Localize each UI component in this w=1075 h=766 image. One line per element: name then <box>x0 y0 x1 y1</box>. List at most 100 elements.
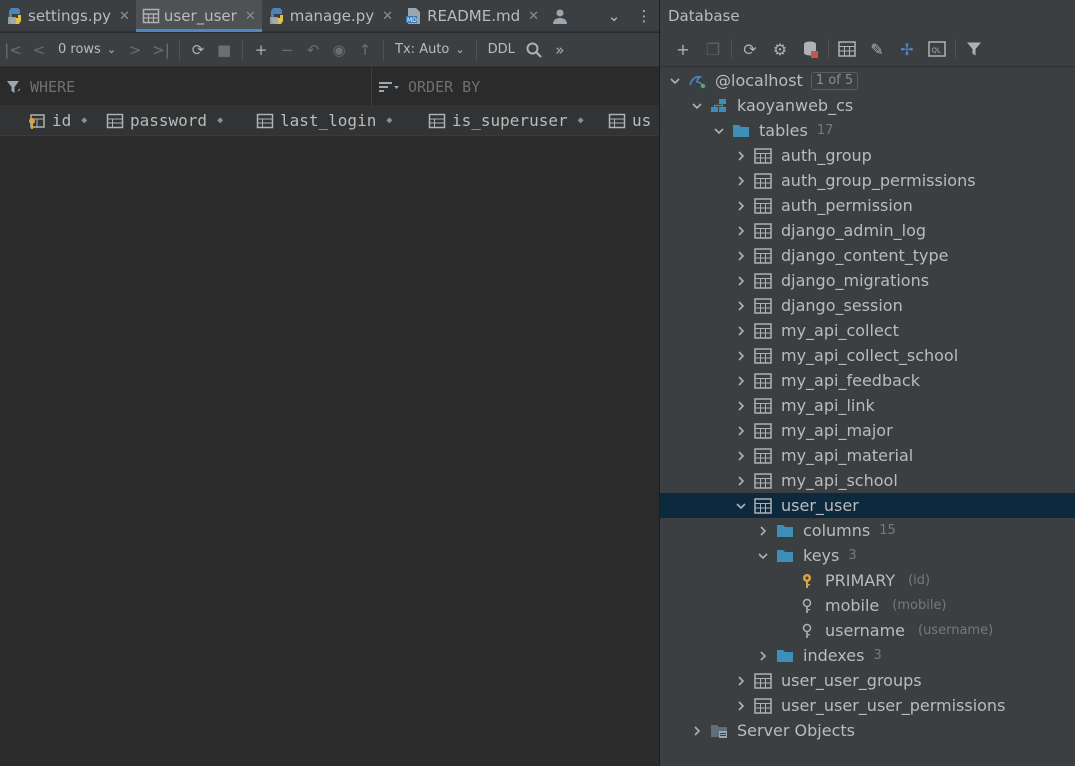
tree-node-table[interactable]: django_admin_log <box>660 218 1075 243</box>
tree-node-table[interactable]: django_content_type <box>660 243 1075 268</box>
host-count-badge[interactable]: 1 of 5 <box>810 71 859 90</box>
sort-toggle-icon[interactable]: ◆ <box>578 115 584 126</box>
close-icon[interactable]: ✕ <box>382 9 393 24</box>
jump-to-source-icon[interactable]: ✢ <box>892 35 922 63</box>
revert-icon[interactable]: ↶ <box>300 37 326 63</box>
tree-node-indexes-folder[interactable]: indexes 3 <box>660 643 1075 668</box>
chevron-right-icon[interactable] <box>734 374 748 388</box>
add-row-icon[interactable]: + <box>248 37 274 63</box>
chevron-right-icon[interactable] <box>734 424 748 438</box>
chevron-right-icon[interactable] <box>734 474 748 488</box>
preview-changes-icon[interactable]: ◉ <box>326 37 352 63</box>
filter-icon[interactable] <box>959 35 989 63</box>
tree-node-table[interactable]: user_user_user_permissions <box>660 693 1075 718</box>
tree-node-table[interactable]: my_api_material <box>660 443 1075 468</box>
column-header-last-login[interactable]: last_login ◆ <box>250 106 422 135</box>
next-page-icon[interactable]: > <box>122 37 148 63</box>
schema-settings-icon[interactable]: ⚙ <box>765 35 795 63</box>
overflow-icon[interactable]: » <box>547 37 573 63</box>
add-icon[interactable]: + <box>668 35 698 63</box>
tree-node-table[interactable]: auth_permission <box>660 193 1075 218</box>
chevron-down-icon[interactable] <box>712 124 726 138</box>
tree-node-table[interactable]: django_migrations <box>660 268 1075 293</box>
close-icon[interactable]: ✕ <box>528 9 539 24</box>
tree-node-schema[interactable]: kaoyanweb_cs <box>660 93 1075 118</box>
column-header-is-superuser[interactable]: is_superuser ◆ <box>422 106 602 135</box>
chevron-right-icon[interactable] <box>734 449 748 463</box>
remove-row-icon[interactable]: − <box>274 37 300 63</box>
chevron-right-icon[interactable] <box>734 224 748 238</box>
tree-node-table[interactable]: my_api_collect_school <box>660 343 1075 368</box>
first-page-icon[interactable]: |< <box>0 37 26 63</box>
data-source-properties-icon[interactable] <box>795 35 825 63</box>
chevron-right-icon[interactable] <box>756 649 770 663</box>
chevron-down-icon[interactable] <box>690 99 704 113</box>
chevron-right-icon[interactable] <box>690 724 704 738</box>
close-icon[interactable]: ✕ <box>245 9 256 24</box>
chevron-down-icon[interactable] <box>734 499 748 513</box>
tab-readme-md[interactable]: MD README.md ✕ <box>399 0 545 32</box>
tab-user-user[interactable]: user_user ✕ <box>135 0 262 32</box>
chevron-down-icon[interactable]: ⌄ <box>599 7 629 25</box>
chevron-right-icon[interactable] <box>734 674 748 688</box>
chevron-down-icon[interactable] <box>668 74 682 88</box>
refresh-icon[interactable]: ⟳ <box>185 37 211 63</box>
tree-node-table[interactable]: my_api_collect <box>660 318 1075 343</box>
chevron-right-icon[interactable] <box>734 274 748 288</box>
tree-node-tables-folder[interactable]: tables 17 <box>660 118 1075 143</box>
tree-node-table[interactable]: my_api_link <box>660 393 1075 418</box>
column-header-us[interactable]: us <box>602 106 659 135</box>
sort-toggle-icon[interactable]: ◆ <box>81 115 87 126</box>
ddl-button[interactable]: DDL <box>482 42 521 57</box>
chevron-right-icon[interactable] <box>734 299 748 313</box>
tree-node-table[interactable]: auth_group <box>660 143 1075 168</box>
tree-node-columns-folder[interactable]: columns 15 <box>660 518 1075 543</box>
transaction-mode-selector[interactable]: Tx: Auto ⌄ <box>389 42 471 57</box>
tab-manage-py[interactable]: manage.py ✕ <box>262 0 399 32</box>
tree-node-table[interactable]: my_api_feedback <box>660 368 1075 393</box>
query-console-icon[interactable]: QL <box>922 35 952 63</box>
rows-selector[interactable]: 0 rows ⌄ <box>52 42 122 57</box>
tree-node-keys-folder[interactable]: keys 3 <box>660 543 1075 568</box>
tree-node-table[interactable]: user_user_groups <box>660 668 1075 693</box>
column-header-password[interactable]: password ◆ <box>100 106 250 135</box>
tree-node-table[interactable]: my_api_major <box>660 418 1075 443</box>
tree-node-host[interactable]: @localhost 1 of 5 <box>660 68 1075 93</box>
tree-node-server-objects[interactable]: Server Objects <box>660 718 1075 743</box>
tree-node-table[interactable]: django_session <box>660 293 1075 318</box>
chevron-right-icon[interactable] <box>734 249 748 263</box>
tab-overflow[interactable] <box>545 0 579 32</box>
previous-page-icon[interactable]: < <box>26 37 52 63</box>
refresh-icon[interactable]: ⟳ <box>735 35 765 63</box>
stop-icon[interactable]: ■ <box>211 37 237 63</box>
order-by-filter[interactable]: ORDER BY <box>372 68 480 106</box>
more-options-icon[interactable]: ⋮ <box>629 7 659 25</box>
chevron-right-icon[interactable] <box>734 699 748 713</box>
tree-node-key[interactable]: username (username) <box>660 618 1075 643</box>
tree-node-key[interactable]: mobile (mobile) <box>660 593 1075 618</box>
tree-node-table[interactable]: auth_group_permissions <box>660 168 1075 193</box>
chevron-right-icon[interactable] <box>756 524 770 538</box>
sort-toggle-icon[interactable]: ◆ <box>217 115 223 126</box>
chevron-right-icon[interactable] <box>734 349 748 363</box>
search-icon[interactable] <box>521 37 547 63</box>
tree-node-key[interactable]: PRIMARY (id) <box>660 568 1075 593</box>
chevron-right-icon[interactable] <box>734 174 748 188</box>
tree-node-table[interactable]: my_api_school <box>660 468 1075 493</box>
chevron-right-icon[interactable] <box>734 199 748 213</box>
tab-settings-py[interactable]: settings.py ✕ <box>0 0 136 32</box>
table-view-icon[interactable] <box>832 35 862 63</box>
tree-node-table-selected[interactable]: user_user <box>660 493 1075 518</box>
close-icon[interactable]: ✕ <box>119 9 130 24</box>
chevron-down-icon[interactable] <box>756 549 770 563</box>
copy-icon[interactable]: ❐ <box>698 35 728 63</box>
where-filter[interactable]: WHERE <box>0 67 372 106</box>
sort-toggle-icon[interactable]: ◆ <box>386 115 392 126</box>
edit-icon[interactable]: ✎ <box>862 35 892 63</box>
column-header-id[interactable]: id ◆ <box>0 106 100 135</box>
submit-icon[interactable]: ↑ <box>352 37 378 63</box>
chevron-right-icon[interactable] <box>734 324 748 338</box>
chevron-right-icon[interactable] <box>734 399 748 413</box>
last-page-icon[interactable]: >| <box>148 37 174 63</box>
chevron-right-icon[interactable] <box>734 149 748 163</box>
